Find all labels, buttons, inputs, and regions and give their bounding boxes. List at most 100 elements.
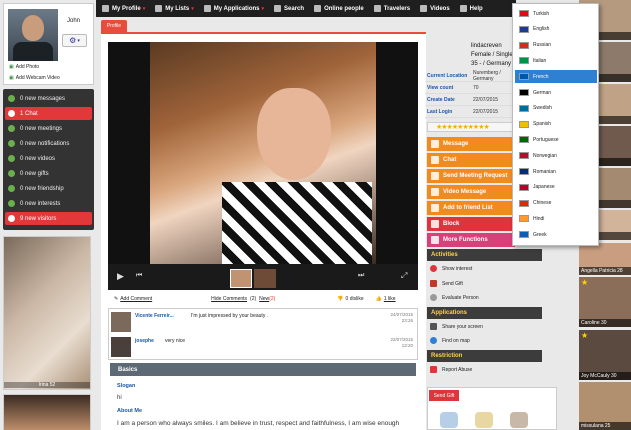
member-photo-2[interactable] <box>3 394 91 430</box>
action-button[interactable]: Send Meeting Request <box>427 169 515 183</box>
applications-header: Applications <box>427 307 542 319</box>
language-option[interactable]: Italian <box>515 54 597 67</box>
video-thumbnail[interactable] <box>254 269 276 288</box>
prev-icon[interactable]: ⏮ <box>136 272 142 280</box>
show-interest-link[interactable]: Show interest <box>430 265 472 272</box>
chevron-down-icon: ▾ <box>262 6 265 12</box>
language-option[interactable]: Norwegian <box>515 149 597 162</box>
sidebar-menu-item[interactable]: 1 Chat <box>5 107 92 120</box>
profile-info-table: Current LocationNuremberg / GermanyView … <box>425 70 515 118</box>
nav-icon <box>460 5 467 12</box>
action-buttons: Message Chat Send Meeting Request Video Mes… <box>427 137 515 249</box>
gift-icon[interactable] <box>440 412 458 428</box>
comment-time: 13:20 <box>390 343 413 349</box>
member-card-label: Caroline 30 <box>579 319 631 327</box>
action-button[interactable]: Block <box>427 217 515 231</box>
member-card[interactable]: ★Caroline 30 <box>579 277 631 327</box>
left-sidebar: John ⚙▾ ▣Add Photo ▣Add Webcam Video 0 n… <box>3 3 94 430</box>
add-photo-link[interactable]: ▣Add Photo <box>9 64 39 70</box>
sidebar-menu-item[interactable]: 0 new gifts <box>5 167 92 180</box>
screen-icon <box>430 323 437 330</box>
nav-item[interactable]: My Applications▾ <box>204 5 264 12</box>
rating-stars[interactable]: ★★★★★★★★★★ <box>427 122 515 132</box>
nav-item[interactable]: Search <box>274 5 304 12</box>
settings-button[interactable]: ⚙▾ <box>62 34 87 47</box>
language-option[interactable]: French <box>515 70 597 83</box>
user-avatar[interactable] <box>8 9 58 61</box>
language-option[interactable]: English <box>515 23 597 36</box>
notification-icon <box>8 140 15 147</box>
top-nav: My Profile▾ My Lists▾ My Applications▾ Sear… <box>96 0 516 17</box>
language-option[interactable]: Spanish <box>515 118 597 131</box>
nav-item[interactable]: My Profile▾ <box>102 5 145 12</box>
next-icon[interactable]: ⏭ <box>358 272 364 280</box>
sidebar-menu-item[interactable]: 9 new visitors <box>5 212 92 225</box>
comment-author[interactable]: Vicente Ferreir... <box>135 313 174 319</box>
tab-profile[interactable]: Profile <box>101 20 127 32</box>
evaluate-person-link[interactable]: Evaluate Person <box>430 294 479 301</box>
action-button[interactable]: Video Message <box>427 185 515 199</box>
find-on-map-link[interactable]: Find on map <box>430 337 470 344</box>
report-abuse-link[interactable]: Report Abuse <box>430 366 472 373</box>
language-option[interactable]: Turkish <box>515 7 597 20</box>
nav-item[interactable]: Travelers <box>374 5 410 12</box>
flag-icon <box>519 121 529 128</box>
language-option[interactable]: Chinese <box>515 197 597 210</box>
comment-avatar[interactable] <box>111 337 131 357</box>
sidebar-menu-item[interactable]: 0 new notifications <box>5 137 92 150</box>
nav-item[interactable]: Help <box>460 5 483 12</box>
language-option[interactable]: Russian <box>515 39 597 52</box>
action-button[interactable]: More Functions <box>427 233 515 247</box>
language-option[interactable]: Portuguese <box>515 133 597 146</box>
member-card[interactable]: missulana 25 <box>579 382 631 430</box>
like-count[interactable]: 1 like <box>384 296 396 302</box>
dislike-icon[interactable]: 👎 <box>337 296 343 302</box>
sidebar-menu-item[interactable]: 0 new meetings <box>5 122 92 135</box>
member-photo[interactable]: Irina 52 <box>3 236 91 390</box>
language-option[interactable]: German <box>515 86 597 99</box>
language-option[interactable]: Hindi <box>515 212 597 225</box>
nav-item[interactable]: Online people <box>314 5 364 12</box>
sidebar-menu-item[interactable]: 0 new messages <box>5 92 92 105</box>
flag-icon <box>519 136 529 143</box>
comment-avatar[interactable] <box>111 312 131 332</box>
share-screen-link[interactable]: Share your screen <box>430 323 483 330</box>
language-option[interactable]: Swedish <box>515 102 597 115</box>
gift-icon[interactable] <box>510 412 528 428</box>
sidebar-menu-item[interactable]: 0 new friendship <box>5 182 92 195</box>
restriction-header: Restriction <box>427 350 542 362</box>
action-icon <box>431 140 439 148</box>
hide-comments-link[interactable]: Hide Comments <box>211 296 247 302</box>
member-card[interactable]: Angella Patricia 28 <box>579 243 631 275</box>
like-icon[interactable]: 👍 <box>376 296 382 302</box>
new-comments-link[interactable]: New <box>259 296 269 302</box>
nav-item[interactable]: My Lists▾ <box>155 5 194 12</box>
send-gift-button[interactable]: Send Gift <box>429 390 459 401</box>
add-webcam-link[interactable]: ▣Add Webcam Video <box>9 75 60 81</box>
add-comment-link[interactable]: Add Comment <box>120 296 152 302</box>
fullscreen-icon[interactable]: ⤢ <box>401 271 407 281</box>
play-icon[interactable]: ▶ <box>117 271 124 282</box>
profile-video[interactable]: ▶ ⏮ ⏭ ⤢ <box>108 42 418 290</box>
action-button[interactable]: Add to friend List <box>427 201 515 215</box>
sidebar-menu-item[interactable]: 0 new videos <box>5 152 92 165</box>
action-button[interactable]: Chat <box>427 153 515 167</box>
action-button[interactable]: Message <box>427 137 515 151</box>
flag-icon <box>430 366 437 373</box>
video-thumbnail[interactable] <box>230 269 252 288</box>
language-option[interactable]: Romanian <box>515 165 597 178</box>
nav-icon <box>204 5 211 12</box>
language-option[interactable]: Greek <box>515 228 597 241</box>
flag-icon <box>519 42 529 49</box>
info-value: 22/07/2015 <box>473 97 515 103</box>
language-option[interactable]: Japanese <box>515 181 597 194</box>
info-key: Current Location <box>425 73 473 79</box>
gift-icon[interactable] <box>475 412 493 428</box>
sidebar-menu-item[interactable]: 0 new interests <box>5 197 92 210</box>
comment-author[interactable]: josephe <box>135 338 154 344</box>
member-card[interactable]: ★Joy McCauly 30 <box>579 330 631 380</box>
nav-item[interactable]: Videos <box>420 5 450 12</box>
send-gift-link[interactable]: Send Gift <box>430 280 463 287</box>
info-value: Nuremberg / Germany <box>473 70 515 82</box>
flag-icon <box>519 26 529 33</box>
